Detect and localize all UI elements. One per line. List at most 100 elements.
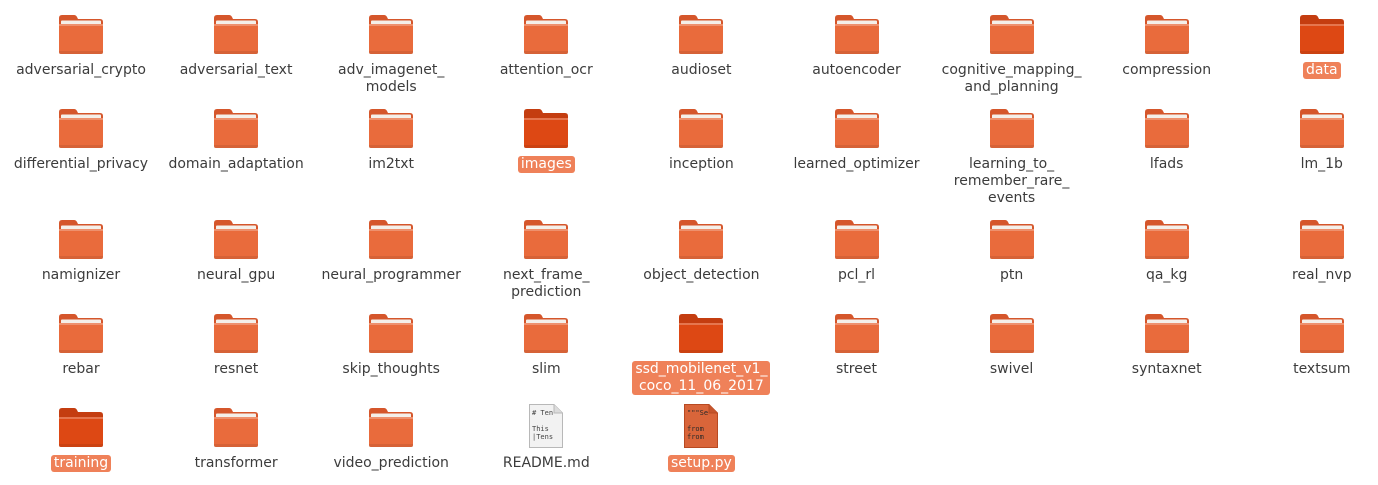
folder-item-inception[interactable]: inception <box>626 106 776 173</box>
folder-item-swivel[interactable]: swivel <box>937 311 1087 378</box>
file-item-setup-py[interactable]: """Se from from setup.py <box>626 404 776 472</box>
item-label: real_nvp <box>1292 267 1352 283</box>
folder-icon <box>834 314 879 353</box>
folder-item-resnet[interactable]: resnet <box>161 311 311 378</box>
item-label: data <box>1303 62 1341 79</box>
folder-item-street[interactable]: street <box>782 311 932 378</box>
folder-item-neural-gpu[interactable]: neural_gpu <box>161 217 311 284</box>
folder-icon <box>59 408 103 447</box>
folder-icon <box>59 109 103 148</box>
folder-item-training[interactable]: training <box>6 405 156 472</box>
folder-item-real-nvp[interactable]: real_nvp <box>1247 217 1378 284</box>
folder-item-skip-thoughts[interactable]: skip_thoughts <box>316 311 466 378</box>
folder-item-ptn[interactable]: ptn <box>937 217 1087 284</box>
folder-item-next-frame-prediction[interactable]: next_frame_ prediction <box>471 217 621 301</box>
item-label: autoencoder <box>812 62 901 78</box>
folder-icon <box>59 314 103 353</box>
folder-item-video-prediction[interactable]: video_prediction <box>316 405 466 472</box>
folder-item-object-detection[interactable]: object_detection <box>626 217 776 284</box>
folder-item-compression[interactable]: compression <box>1092 12 1242 79</box>
item-label: rebar <box>62 361 100 377</box>
item-label: qa_kg <box>1145 267 1188 283</box>
folder-item-slim[interactable]: slim <box>471 311 621 378</box>
folder-icon <box>989 109 1034 148</box>
folder-item-differential-privacy[interactable]: differential_privacy <box>6 106 156 173</box>
folder-icon <box>369 109 414 148</box>
folder-icon <box>214 408 259 447</box>
folder-icon <box>214 109 259 148</box>
folder-item-textsum[interactable]: textsum <box>1247 311 1378 378</box>
folder-item-qa-kg[interactable]: qa_kg <box>1092 217 1242 284</box>
folder-icon <box>1144 15 1189 54</box>
folder-item-data[interactable]: data <box>1247 12 1378 79</box>
folder-icon <box>524 220 569 259</box>
folder-icon <box>679 314 724 353</box>
item-label: inception <box>669 156 734 172</box>
folder-icon <box>214 220 259 259</box>
folder-item-adv-imagenet-models[interactable]: adv_imagenet_ models <box>316 12 466 96</box>
folder-icon <box>369 408 414 447</box>
folder-icon <box>524 314 569 353</box>
file-preview-line: """Se <box>687 409 708 417</box>
folder-item-attention-ocr[interactable]: attention_ocr <box>471 12 621 79</box>
folder-icon <box>369 314 414 353</box>
item-label: README.md <box>502 455 590 471</box>
item-label: namignizer <box>41 267 121 283</box>
folder-item-lfads[interactable]: lfads <box>1092 106 1242 173</box>
folder-icon <box>679 220 724 259</box>
folder-item-learning-to-remember-rare-events[interactable]: learning_to_ remember_rare_ events <box>937 106 1087 207</box>
folder-icon <box>1299 314 1344 353</box>
item-label: ssd_mobilenet_v1_ coco_11_06_2017 <box>632 361 771 395</box>
item-label: audioset <box>671 62 732 78</box>
item-label: neural_gpu <box>196 267 276 283</box>
item-label: training <box>50 455 112 472</box>
folder-item-im2txt[interactable]: im2txt <box>316 106 466 173</box>
file-preview-line: from <box>687 433 704 441</box>
folder-icon <box>524 109 569 148</box>
folder-icon <box>989 220 1034 259</box>
folder-icon <box>1144 220 1189 259</box>
item-label: syntaxnet <box>1131 361 1202 377</box>
folder-item-namignizer[interactable]: namignizer <box>6 217 156 284</box>
folder-item-neural-programmer[interactable]: neural_programmer <box>316 217 466 284</box>
folder-icon <box>214 314 259 353</box>
item-label: slim <box>531 361 561 377</box>
folder-item-adversarial-text[interactable]: adversarial_text <box>161 12 311 79</box>
folder-item-adversarial-crypto[interactable]: adversarial_crypto <box>6 12 156 79</box>
folder-item-images[interactable]: images <box>471 106 621 173</box>
item-label: textsum <box>1293 361 1351 377</box>
folder-item-pcl-rl[interactable]: pcl_rl <box>782 217 932 284</box>
text-file-icon: # Ten This|Tens <box>529 404 564 448</box>
item-label: swivel <box>989 361 1034 377</box>
folder-item-learned-optimizer[interactable]: learned_optimizer <box>782 106 932 173</box>
folder-item-syntaxnet[interactable]: syntaxnet <box>1092 311 1242 378</box>
folder-item-domain-adaptation[interactable]: domain_adaptation <box>161 106 311 173</box>
folder-icon <box>369 220 414 259</box>
folder-item-autoencoder[interactable]: autoencoder <box>782 12 932 79</box>
folder-item-audioset[interactable]: audioset <box>626 12 776 79</box>
item-label: domain_adaptation <box>168 156 304 172</box>
folder-icon <box>59 220 103 259</box>
item-label: images <box>517 156 575 173</box>
folder-icon <box>214 15 259 54</box>
item-label: next_frame_ prediction <box>503 267 590 300</box>
item-label: street <box>836 361 877 377</box>
item-label: differential_privacy <box>13 156 149 172</box>
folder-icon <box>989 314 1034 353</box>
folder-icon <box>679 109 724 148</box>
folder-icon <box>1299 109 1344 148</box>
item-label: compression <box>1122 62 1212 78</box>
python-file-icon: """Se fromfrom <box>684 404 719 448</box>
folder-item-transformer[interactable]: transformer <box>161 405 311 472</box>
folder-item-lm-1b[interactable]: lm_1b <box>1247 106 1378 173</box>
item-label: neural_programmer <box>321 267 461 283</box>
file-item-readme-md[interactable]: # Ten This |Tens README.md <box>471 404 621 472</box>
folder-item-cognitive-mapping-and-planning[interactable]: cognitive_mapping_ and_planning <box>937 12 1087 96</box>
item-label: adversarial_crypto <box>16 62 146 78</box>
folder-icon <box>1144 109 1189 148</box>
folder-icon <box>989 15 1034 54</box>
item-label: learned_optimizer <box>793 156 920 172</box>
folder-item-rebar[interactable]: rebar <box>6 311 156 378</box>
item-label: lfads <box>1149 156 1184 172</box>
folder-item-ssd-mobilenet-v1-coco-11-06-2017[interactable]: ssd_mobilenet_v1_ coco_11_06_2017 <box>626 311 776 395</box>
